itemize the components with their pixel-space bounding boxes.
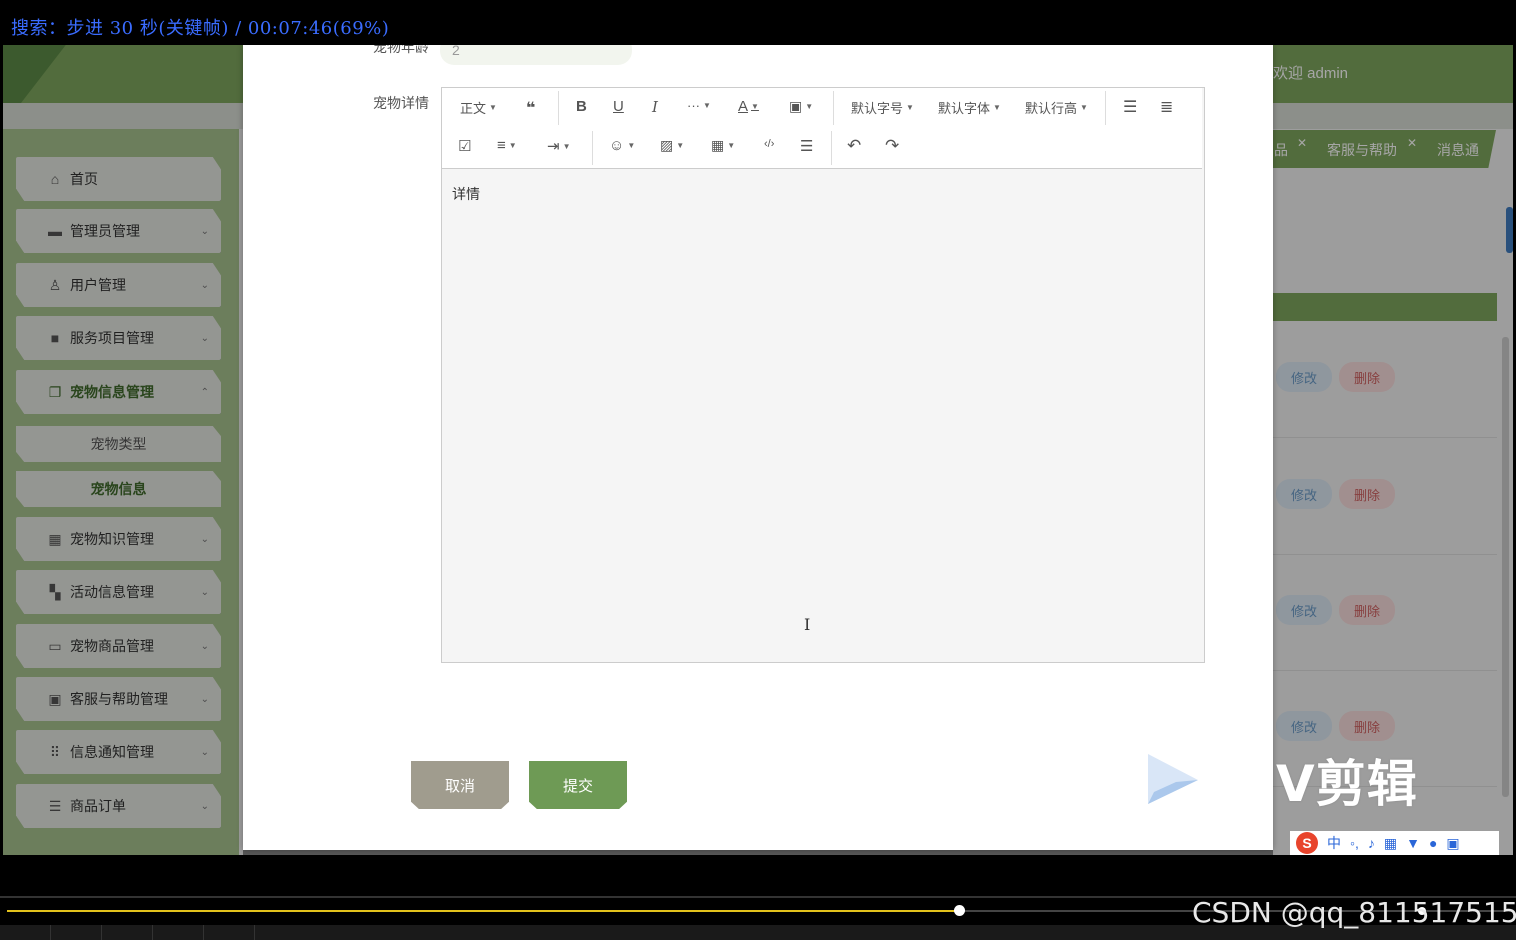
video-player-bar: CSDN @qq_811517515 [0, 855, 1516, 940]
osd-text: 搜索：步进 30 秒(关键帧) / 00:07:46(69%) [11, 18, 390, 39]
progress-handle[interactable] [954, 905, 965, 916]
font-family-dropdown[interactable]: 默认字体 ▼ [938, 98, 1001, 117]
control-segment[interactable] [152, 925, 203, 940]
underline-icon[interactable]: U [613, 98, 624, 115]
skin-icon[interactable]: ▼ [1406, 835, 1420, 851]
numbered-list-icon[interactable]: ≣ [1160, 97, 1173, 117]
divider-line-icon[interactable]: ☰ [800, 137, 813, 155]
keyboard-icon[interactable]: ▦ [1384, 835, 1397, 852]
text-cursor-icon: I [804, 615, 811, 634]
toolbar-divider [1105, 91, 1106, 125]
indent-icon[interactable]: ⇥ ▼ [547, 137, 571, 155]
microphone-icon[interactable]: ♪ [1368, 835, 1375, 851]
editor-content[interactable]: 详情 [452, 184, 480, 204]
toolbar-divider [833, 91, 834, 125]
submit-button[interactable]: 提交 [529, 761, 627, 809]
progress-fill [7, 910, 959, 912]
insert-table-icon[interactable]: ▦ ▼ [711, 137, 735, 154]
font-family-label: 默认字体 [938, 101, 991, 116]
toolbar-divider [592, 131, 593, 165]
ime-toolbar[interactable]: S 中 ◦, ♪ ▦ ▼ ● ▣ [1290, 831, 1499, 855]
paragraph-dropdown[interactable]: 正文 ▼ [460, 98, 497, 117]
age-input[interactable]: 2 [440, 45, 632, 65]
insert-image-icon[interactable]: ▨ ▼ [660, 137, 684, 154]
watermark-text: V剪辑 [1276, 755, 1418, 813]
control-segment[interactable] [101, 925, 152, 940]
more-style-icon[interactable]: ··· ▼ [687, 98, 711, 113]
font-size-label: 默认字号 [851, 101, 904, 116]
punctuation-icon[interactable]: ◦, [1350, 835, 1359, 851]
control-segment[interactable] [203, 925, 254, 940]
vjianji-logo-icon [1148, 754, 1198, 804]
control-segment[interactable] [254, 925, 305, 940]
player-osd: 搜索：步进 30 秒(关键帧) / 00:07:46(69%) [0, 0, 1516, 45]
detail-label: 宠物详情 [373, 95, 429, 111]
csdn-watermark: CSDN @qq_811517515 [1192, 896, 1516, 929]
italic-icon[interactable]: I [652, 98, 658, 116]
cancel-button[interactable]: 取消 [411, 761, 509, 809]
redo-icon[interactable]: ↷ [885, 136, 899, 156]
app-window: 欢迎 admin ⌂ 首页 ▬ 管理员管理 ⌄ ♙ 用户管理 ⌄ ■ 服务项目管… [3, 45, 1513, 855]
font-color-icon[interactable]: A ▼ [738, 98, 759, 115]
chat-icon[interactable]: ● [1429, 835, 1437, 851]
undo-icon[interactable]: ↶ [847, 136, 861, 156]
line-height-dropdown[interactable]: 默认行高 ▼ [1025, 98, 1088, 117]
edit-dialog: 宠物年龄 2 宠物详情 正文 ▼ ❝ B U I ··· ▼ A ▼ ▣ ▼ 默认字号 ▼… [243, 45, 1273, 850]
toolbox-icon[interactable]: ▣ [1446, 835, 1459, 852]
emoji-icon[interactable]: ☺ ▼ [609, 137, 635, 154]
bold-icon[interactable]: B [576, 98, 587, 115]
sogou-logo-icon: S [1296, 832, 1318, 854]
font-size-dropdown[interactable]: 默认字号 ▼ [851, 98, 914, 117]
code-icon[interactable]: ‹/› [764, 138, 774, 150]
editor-toolbar: 正文 ▼ ❝ B U I ··· ▼ A ▼ ▣ ▼ 默认字号 ▼ 默认字体 ▼ 默认行高 ▼… [442, 88, 1202, 169]
line-height-label: 默认行高 [1025, 101, 1078, 116]
toolbar-divider [831, 131, 832, 165]
toolbar-divider [558, 91, 559, 125]
ime-lang[interactable]: 中 [1327, 833, 1341, 853]
align-icon[interactable]: ≡ ▼ [497, 137, 517, 154]
quote-icon[interactable]: ❝ [526, 98, 535, 118]
age-label: 宠物年龄 [373, 45, 429, 55]
control-segment[interactable] [50, 925, 101, 940]
paragraph-label: 正文 [460, 101, 487, 116]
todo-checkbox-icon[interactable]: ☑ [458, 137, 471, 155]
bullet-list-icon[interactable]: ☰ [1123, 97, 1137, 117]
rich-text-editor[interactable]: 正文 ▼ ❝ B U I ··· ▼ A ▼ ▣ ▼ 默认字号 ▼ 默认字体 ▼ 默认行高 ▼… [441, 87, 1205, 663]
background-color-icon[interactable]: ▣ ▼ [789, 98, 813, 115]
